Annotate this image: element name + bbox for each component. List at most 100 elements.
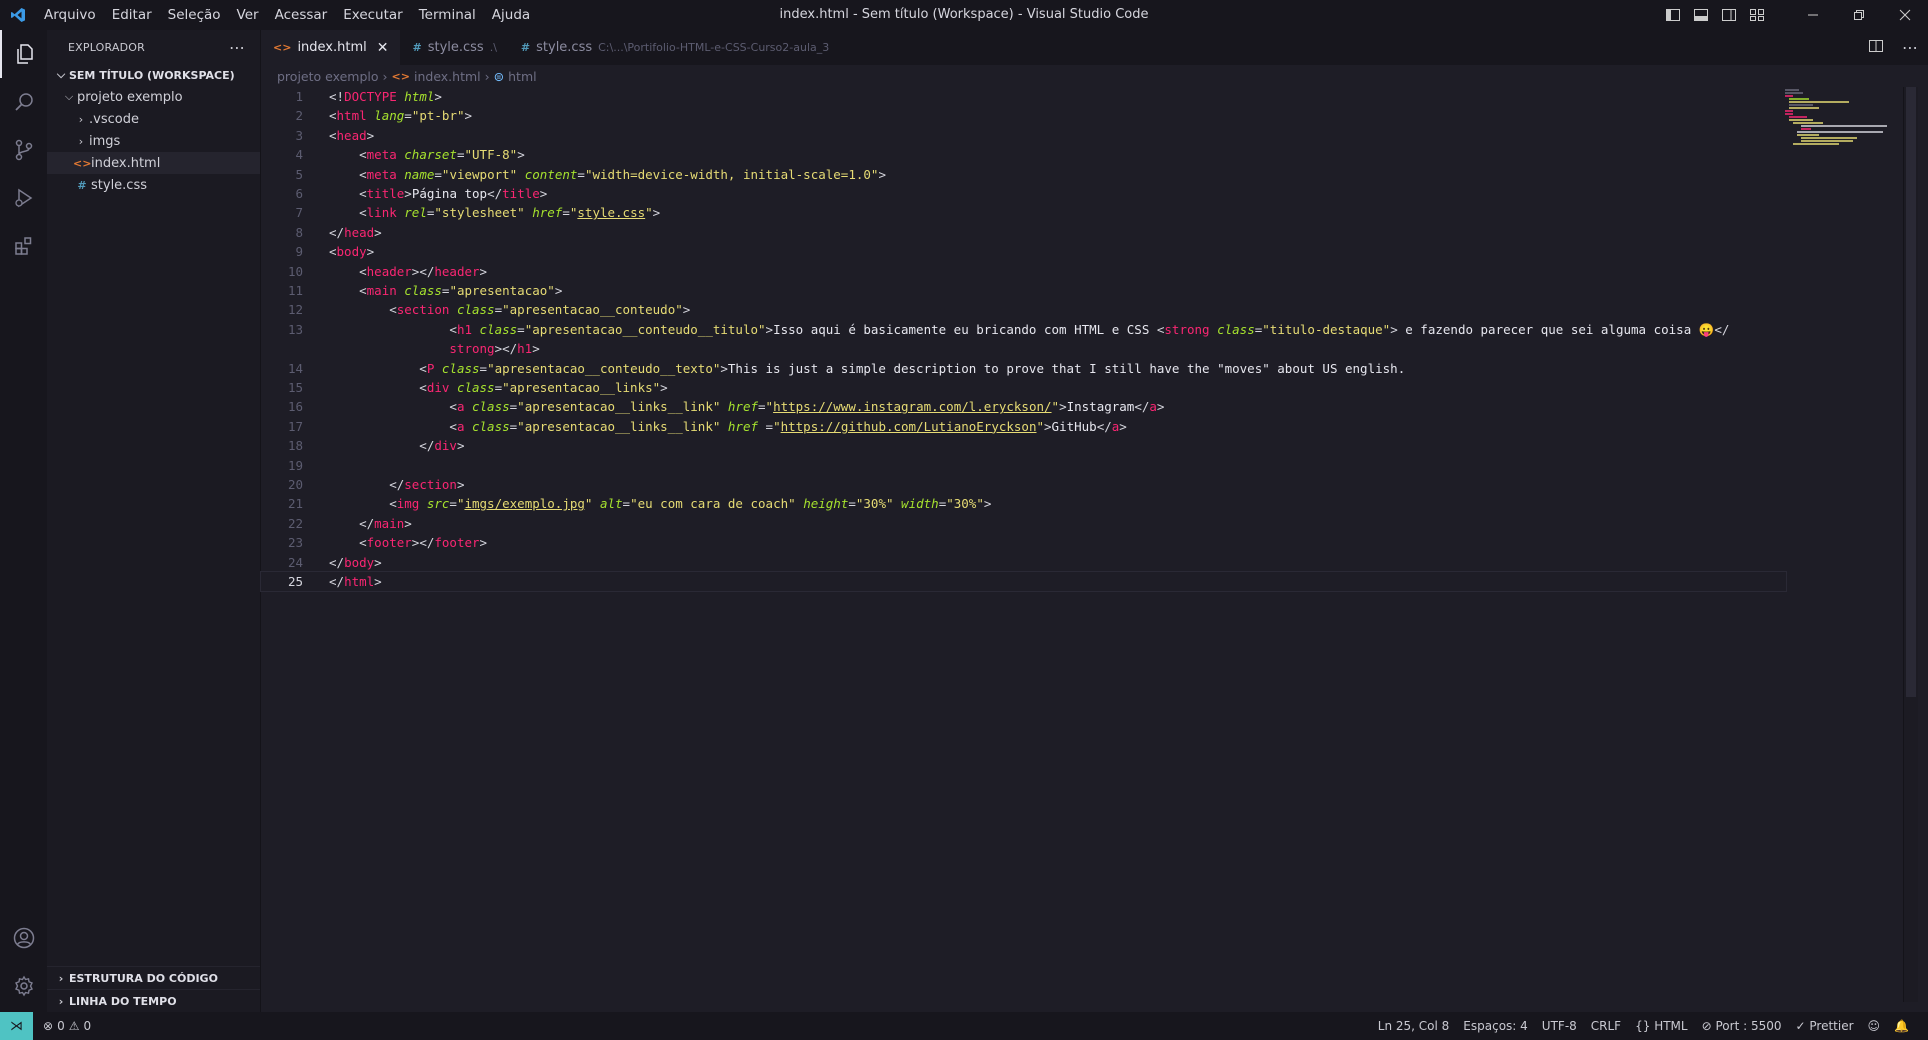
prettier-status[interactable]: ✓ Prettier: [1789, 1019, 1861, 1033]
prettier-label: Prettier: [1809, 1019, 1854, 1033]
code-line[interactable]: 8 </head>: [261, 223, 1786, 242]
toggle-primary-sidebar-icon[interactable]: [1660, 0, 1686, 30]
more-actions-icon[interactable]: ⋯: [229, 38, 246, 57]
workspace-header[interactable]: ⌵ SEM TÍTULO (WORKSPACE): [47, 64, 260, 86]
search-icon[interactable]: [0, 78, 47, 126]
code-line[interactable]: 6 <title>Página top</title>: [261, 184, 1786, 203]
toggle-secondary-sidebar-icon[interactable]: [1716, 0, 1742, 30]
code-line[interactable]: 2 <html lang="pt-br">: [261, 106, 1786, 125]
menu-arquivo[interactable]: Arquivo: [36, 0, 104, 30]
code-line[interactable]: 17 <a class="apresentacao__links__link" …: [261, 417, 1786, 436]
code-line[interactable]: 14 <P class="apresentacao__conteudo__tex…: [261, 359, 1786, 378]
breadcrumb-file[interactable]: index.html: [414, 69, 481, 84]
code-token: main: [374, 515, 405, 531]
code-token: =: [494, 380, 503, 395]
code-token: rel: [404, 205, 427, 221]
code-line[interactable]: 10 <header></header>: [261, 262, 1786, 281]
activity-bar: [0, 30, 47, 1012]
code-line[interactable]: 25 </html>: [260, 571, 1787, 592]
account-icon[interactable]: [0, 914, 47, 962]
run-debug-icon[interactable]: [0, 174, 47, 222]
code-token: </: [487, 186, 503, 201]
code-line[interactable]: 1 <!DOCTYPE html>: [261, 87, 1786, 106]
breadcrumb-folder[interactable]: projeto exemplo: [277, 69, 379, 84]
menu-editar[interactable]: Editar: [104, 0, 160, 30]
code-line[interactable]: strong></h1>: [261, 339, 1786, 358]
restore-icon[interactable]: [1836, 0, 1882, 30]
feedback-icon[interactable]: ☺: [1861, 1019, 1888, 1033]
tree-item-index-html[interactable]: <> index.html: [47, 152, 260, 174]
close-window-icon[interactable]: [1882, 0, 1928, 30]
timeline-section[interactable]: › LINHA DO TEMPO: [47, 989, 260, 1012]
css-file-icon: #: [77, 178, 87, 192]
tab-index-html[interactable]: <> index.html ✕: [261, 30, 401, 65]
code-line[interactable]: 19: [261, 456, 1786, 475]
menu-ajuda[interactable]: Ajuda: [484, 0, 538, 30]
code-line[interactable]: 20 </section>: [261, 475, 1786, 494]
remote-indicator-icon[interactable]: ⋊: [0, 1012, 33, 1040]
explorer-icon[interactable]: [0, 30, 47, 78]
code-token: "titulo-destaque": [1262, 321, 1391, 337]
vertical-scrollbar[interactable]: [1903, 87, 1918, 1002]
code-line[interactable]: 4 <meta charset="UTF-8">: [261, 145, 1786, 164]
html-file-icon: <>: [273, 41, 292, 54]
close-icon[interactable]: ✕: [377, 40, 389, 56]
code-text: </body>: [329, 553, 382, 572]
cursor-position[interactable]: Ln 25, Col 8: [1371, 1019, 1457, 1033]
problems-indicator[interactable]: ⊗ 0 ⚠ 0: [33, 1019, 91, 1033]
gear-icon[interactable]: [0, 962, 47, 1010]
code-line[interactable]: 12 <section class="apresentacao__conteud…: [261, 300, 1786, 319]
code-token: img: [396, 496, 420, 512]
code-line[interactable]: 23 <footer></footer>: [261, 533, 1786, 552]
tab-style-css[interactable]: # style.css .\: [400, 30, 508, 65]
source-control-icon[interactable]: [0, 126, 47, 174]
code-text: <h1 class="apresentacao__conteudo__titul…: [329, 320, 1729, 339]
menu-executar[interactable]: Executar: [335, 0, 411, 30]
code-line[interactable]: 13 <h1 class="apresentacao__conteudo__ti…: [261, 320, 1786, 339]
code-line[interactable]: 5 <meta name="viewport" content="width=d…: [261, 165, 1786, 184]
notifications-icon[interactable]: 🔔: [1887, 1019, 1916, 1033]
folder-projeto-exemplo[interactable]: ⌵ projeto exemplo: [47, 86, 260, 108]
scrollbar-thumb[interactable]: [1906, 87, 1916, 697]
css-file-icon: #: [520, 41, 531, 54]
code-token: >: [404, 515, 412, 531]
tree-item-style-css[interactable]: # style.css: [47, 174, 260, 196]
code-token: ": [765, 399, 774, 415]
end-of-line[interactable]: CRLF: [1584, 1019, 1628, 1033]
code-line[interactable]: 3 <head>: [261, 126, 1786, 145]
element-symbol-icon: ⊜: [493, 68, 505, 84]
customize-layout-icon[interactable]: [1744, 0, 1770, 30]
indentation[interactable]: Espaços: 4: [1456, 1019, 1535, 1033]
live-server-port[interactable]: ⊘ Port : 5500: [1695, 1019, 1789, 1033]
tree-item-imgs[interactable]: › imgs: [47, 130, 260, 152]
code-token: >: [374, 224, 382, 240]
code-line[interactable]: 22 </main>: [261, 514, 1786, 533]
menu-terminal[interactable]: Terminal: [411, 0, 484, 30]
split-editor-icon[interactable]: [1868, 38, 1884, 58]
more-actions-icon[interactable]: ⋯: [1902, 38, 1918, 57]
minimap[interactable]: [1779, 87, 1889, 147]
tab-style-css-2[interactable]: # style.css C:\...\Portifolio-HTML-e-CSS…: [509, 30, 841, 65]
language-mode[interactable]: {} HTML: [1628, 1019, 1695, 1033]
toggle-panel-icon[interactable]: [1688, 0, 1714, 30]
minimize-icon[interactable]: [1790, 0, 1836, 30]
outline-section[interactable]: › ESTRUTURA DO CÓDIGO: [47, 966, 260, 989]
code-line[interactable]: 21 <img src="imgs/exemplo.jpg" alt="eu c…: [261, 494, 1786, 513]
menu-selecao[interactable]: Seleção: [160, 0, 229, 30]
encoding[interactable]: UTF-8: [1535, 1019, 1584, 1033]
code-line[interactable]: 24 </body>: [261, 553, 1786, 572]
code-token: =: [848, 496, 856, 512]
tree-item-vscode[interactable]: › .vscode: [47, 108, 260, 130]
breadcrumb-element[interactable]: html: [508, 69, 536, 84]
code-line[interactable]: 7 <link rel="stylesheet" href="style.css…: [261, 203, 1786, 222]
menu-ver[interactable]: Ver: [229, 0, 267, 30]
code-line[interactable]: 9 <body>: [261, 242, 1786, 261]
code-line[interactable]: 15 <div class="apresentacao__links">: [261, 378, 1786, 397]
code-line[interactable]: 16 < a class = "apresentacao__links__link" …: [261, 397, 1786, 416]
code-line[interactable]: 18 </div>: [261, 436, 1786, 455]
menu-acessar[interactable]: Acessar: [267, 0, 336, 30]
code-editor[interactable]: 1 <!DOCTYPE html> 2 <html lang="pt-br"> 3 <he…: [260, 87, 1901, 1012]
extensions-icon[interactable]: [0, 222, 47, 270]
code-line[interactable]: 11 <main class="apresentacao">: [261, 281, 1786, 300]
